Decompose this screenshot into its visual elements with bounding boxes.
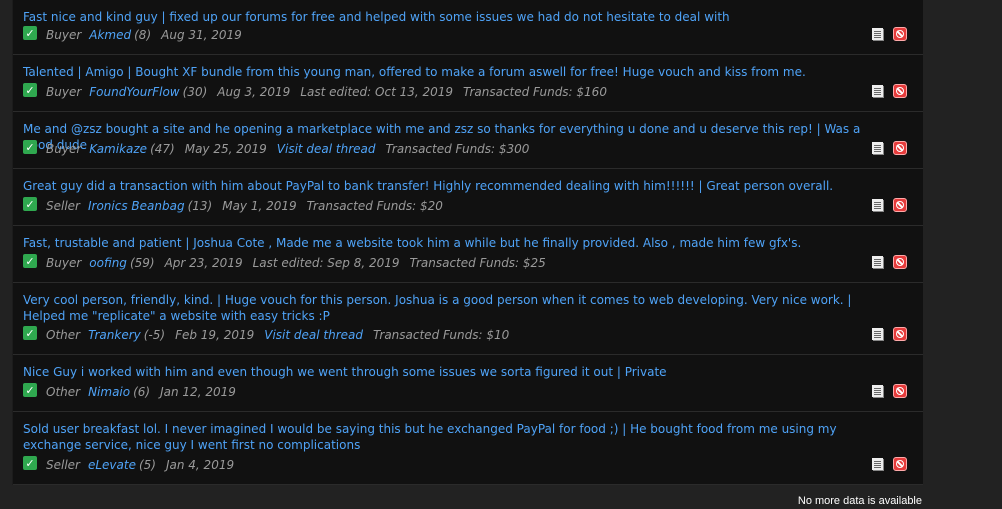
check-icon: ✓ bbox=[23, 254, 37, 268]
check-icon: ✓ bbox=[23, 83, 37, 97]
check-icon: ✓ bbox=[23, 197, 37, 211]
feedback-date: Aug 31, 2019 bbox=[161, 28, 242, 42]
last-edited: Last edited: Sep 8, 2019 bbox=[252, 256, 400, 270]
transacted-funds: Transacted Funds: $10 bbox=[372, 328, 510, 342]
report-icon[interactable] bbox=[893, 198, 907, 212]
feedback-date: Jan 4, 2019 bbox=[165, 458, 235, 472]
transacted-funds: Transacted Funds: $20 bbox=[306, 199, 443, 213]
last-edited: Last edited: Oct 13, 2019 bbox=[300, 85, 454, 99]
feedback-date: Aug 3, 2019 bbox=[217, 85, 291, 99]
deal-thread-link[interactable]: Visit deal thread bbox=[277, 142, 376, 156]
feedback-meta: ✓ Buyer FoundYourFlow (30) Aug 3, 2019 L… bbox=[23, 83, 607, 100]
note-icon[interactable] bbox=[872, 458, 883, 470]
check-icon: ✓ bbox=[23, 140, 37, 154]
check-icon: ✓ bbox=[23, 326, 37, 340]
user-reputation: (30) bbox=[182, 85, 208, 99]
feedback-row: Fast, trustable and patient | Joshua Cot… bbox=[13, 226, 923, 283]
feedback-row: Me and @zsz bought a site and he opening… bbox=[13, 112, 923, 169]
deal-role: Buyer bbox=[46, 85, 82, 99]
feedback-meta: ✓ Other Nimaio (6) Jan 12, 2019 bbox=[23, 383, 246, 400]
report-icon[interactable] bbox=[893, 141, 907, 155]
row-actions bbox=[872, 27, 907, 41]
user-link[interactable]: Ironics Beanbag bbox=[88, 199, 185, 213]
user-reputation: (-5) bbox=[143, 328, 166, 342]
feedback-message: Sold user breakfast lol. I never imagine… bbox=[23, 422, 837, 452]
user-reputation: (47) bbox=[150, 142, 175, 156]
user-reputation: (59) bbox=[129, 256, 155, 270]
check-icon: ✓ bbox=[23, 383, 37, 397]
note-icon[interactable] bbox=[872, 142, 883, 154]
row-actions bbox=[872, 141, 907, 155]
user-reputation: (13) bbox=[187, 199, 213, 213]
feedback-meta: ✓ Buyer oofing (59) Apr 23, 2019 Last ed… bbox=[23, 254, 546, 271]
feedback-row: Sold user breakfast lol. I never imagine… bbox=[13, 412, 923, 485]
check-icon: ✓ bbox=[23, 26, 37, 40]
user-reputation: (5) bbox=[138, 458, 156, 472]
note-icon[interactable] bbox=[872, 85, 883, 97]
note-icon[interactable] bbox=[872, 328, 883, 340]
feedback-date: Feb 19, 2019 bbox=[175, 328, 255, 342]
deal-thread-link[interactable]: Visit deal thread bbox=[264, 328, 363, 342]
feedback-row: Very cool person, friendly, kind. | Huge… bbox=[13, 283, 923, 355]
note-icon[interactable] bbox=[872, 28, 883, 40]
feedback-message: Fast nice and kind guy | fixed up our fo… bbox=[23, 10, 730, 24]
feedback-date: May 25, 2019 bbox=[184, 142, 267, 156]
feedback-row: Fast nice and kind guy | fixed up our fo… bbox=[13, 0, 923, 55]
report-icon[interactable] bbox=[893, 255, 907, 269]
user-link[interactable]: FoundYourFlow bbox=[89, 85, 179, 99]
no-more-data-label: No more data is available bbox=[797, 495, 922, 507]
deal-role: Other bbox=[46, 328, 81, 342]
transacted-funds: Transacted Funds: $160 bbox=[463, 85, 607, 99]
feedback-list: Fast nice and kind guy | fixed up our fo… bbox=[12, 0, 923, 485]
report-icon[interactable] bbox=[893, 84, 907, 98]
row-actions bbox=[872, 255, 907, 269]
deal-role: Buyer bbox=[46, 142, 82, 156]
feedback-date: Jan 12, 2019 bbox=[160, 385, 236, 399]
row-actions bbox=[872, 327, 907, 341]
note-icon[interactable] bbox=[872, 385, 883, 397]
check-icon: ✓ bbox=[23, 456, 37, 470]
deal-role: Seller bbox=[46, 199, 80, 213]
user-link[interactable]: Kamikaze bbox=[89, 142, 147, 156]
report-icon[interactable] bbox=[893, 457, 907, 471]
feedback-meta: ✓ Buyer Akmed (8) Aug 31, 2019 bbox=[23, 26, 252, 43]
user-link[interactable]: oofing bbox=[89, 256, 127, 270]
feedback-message: Talented | Amigo | Bought XF bundle from… bbox=[23, 65, 806, 79]
note-icon[interactable] bbox=[872, 256, 883, 268]
user-link[interactable]: Nimaio bbox=[88, 385, 130, 399]
feedback-date: Apr 23, 2019 bbox=[164, 256, 243, 270]
row-actions bbox=[872, 198, 907, 212]
feedback-date: May 1, 2019 bbox=[222, 199, 297, 213]
deal-role: Buyer bbox=[46, 28, 82, 42]
transacted-funds: Transacted Funds: $25 bbox=[409, 256, 546, 270]
row-actions bbox=[872, 384, 907, 398]
row-actions bbox=[872, 84, 907, 98]
user-link[interactable]: Akmed bbox=[89, 28, 131, 42]
feedback-row: Nice Guy i worked with him and even thou… bbox=[13, 355, 923, 412]
feedback-row: Talented | Amigo | Bought XF bundle from… bbox=[13, 55, 923, 112]
report-icon[interactable] bbox=[893, 327, 907, 341]
row-actions bbox=[872, 457, 907, 471]
transacted-funds: Transacted Funds: $300 bbox=[385, 142, 530, 156]
deal-role: Buyer bbox=[46, 256, 82, 270]
user-reputation: (6) bbox=[133, 385, 151, 399]
user-link[interactable]: Trankery bbox=[88, 328, 141, 342]
feedback-meta: ✓ Seller eLevate (5) Jan 4, 2019 bbox=[23, 456, 244, 473]
feedback-meta: ✓ Buyer Kamikaze (47) May 25, 2019 Visit… bbox=[23, 140, 530, 157]
note-icon[interactable] bbox=[872, 199, 883, 211]
feedback-message: Very cool person, friendly, kind. | Huge… bbox=[23, 293, 852, 323]
feedback-meta: ✓ Seller Ironics Beanbag (13) May 1, 201… bbox=[23, 197, 443, 214]
feedback-message: Fast, trustable and patient | Joshua Cot… bbox=[23, 236, 802, 250]
deal-role: Seller bbox=[46, 458, 80, 472]
user-reputation: (8) bbox=[134, 28, 152, 42]
deal-role: Other bbox=[46, 385, 81, 399]
feedback-row: Great guy did a transaction with him abo… bbox=[13, 169, 923, 226]
user-link[interactable]: eLevate bbox=[88, 458, 136, 472]
report-icon[interactable] bbox=[893, 384, 907, 398]
feedback-message: Nice Guy i worked with him and even thou… bbox=[23, 365, 667, 379]
feedback-meta: ✓ Other Trankery (-5) Feb 19, 2019 Visit… bbox=[23, 326, 510, 343]
feedback-message: Great guy did a transaction with him abo… bbox=[23, 179, 834, 193]
report-icon[interactable] bbox=[893, 27, 907, 41]
